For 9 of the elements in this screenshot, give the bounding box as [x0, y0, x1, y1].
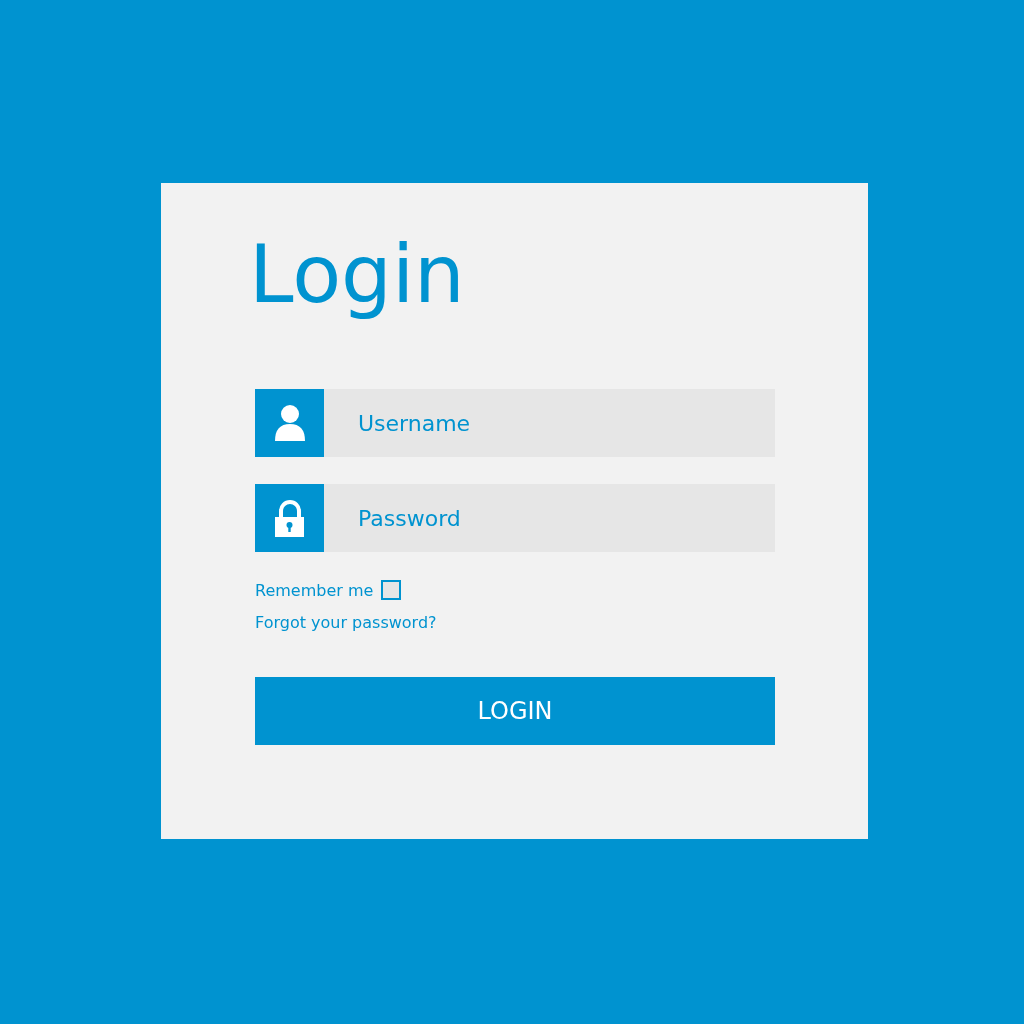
- lock-icon: [255, 484, 324, 552]
- user-icon: [255, 389, 324, 457]
- login-button[interactable]: LOGIN: [255, 677, 775, 745]
- input-field[interactable]: Password: [324, 484, 775, 552]
- forgot-password-link[interactable]: Forgot your password?: [255, 613, 437, 632]
- login-title: Login: [249, 231, 466, 319]
- remember-checkbox[interactable]: [381, 580, 402, 600]
- remember-label: Remember me: [255, 581, 374, 600]
- input-field[interactable]: Username: [324, 389, 775, 457]
